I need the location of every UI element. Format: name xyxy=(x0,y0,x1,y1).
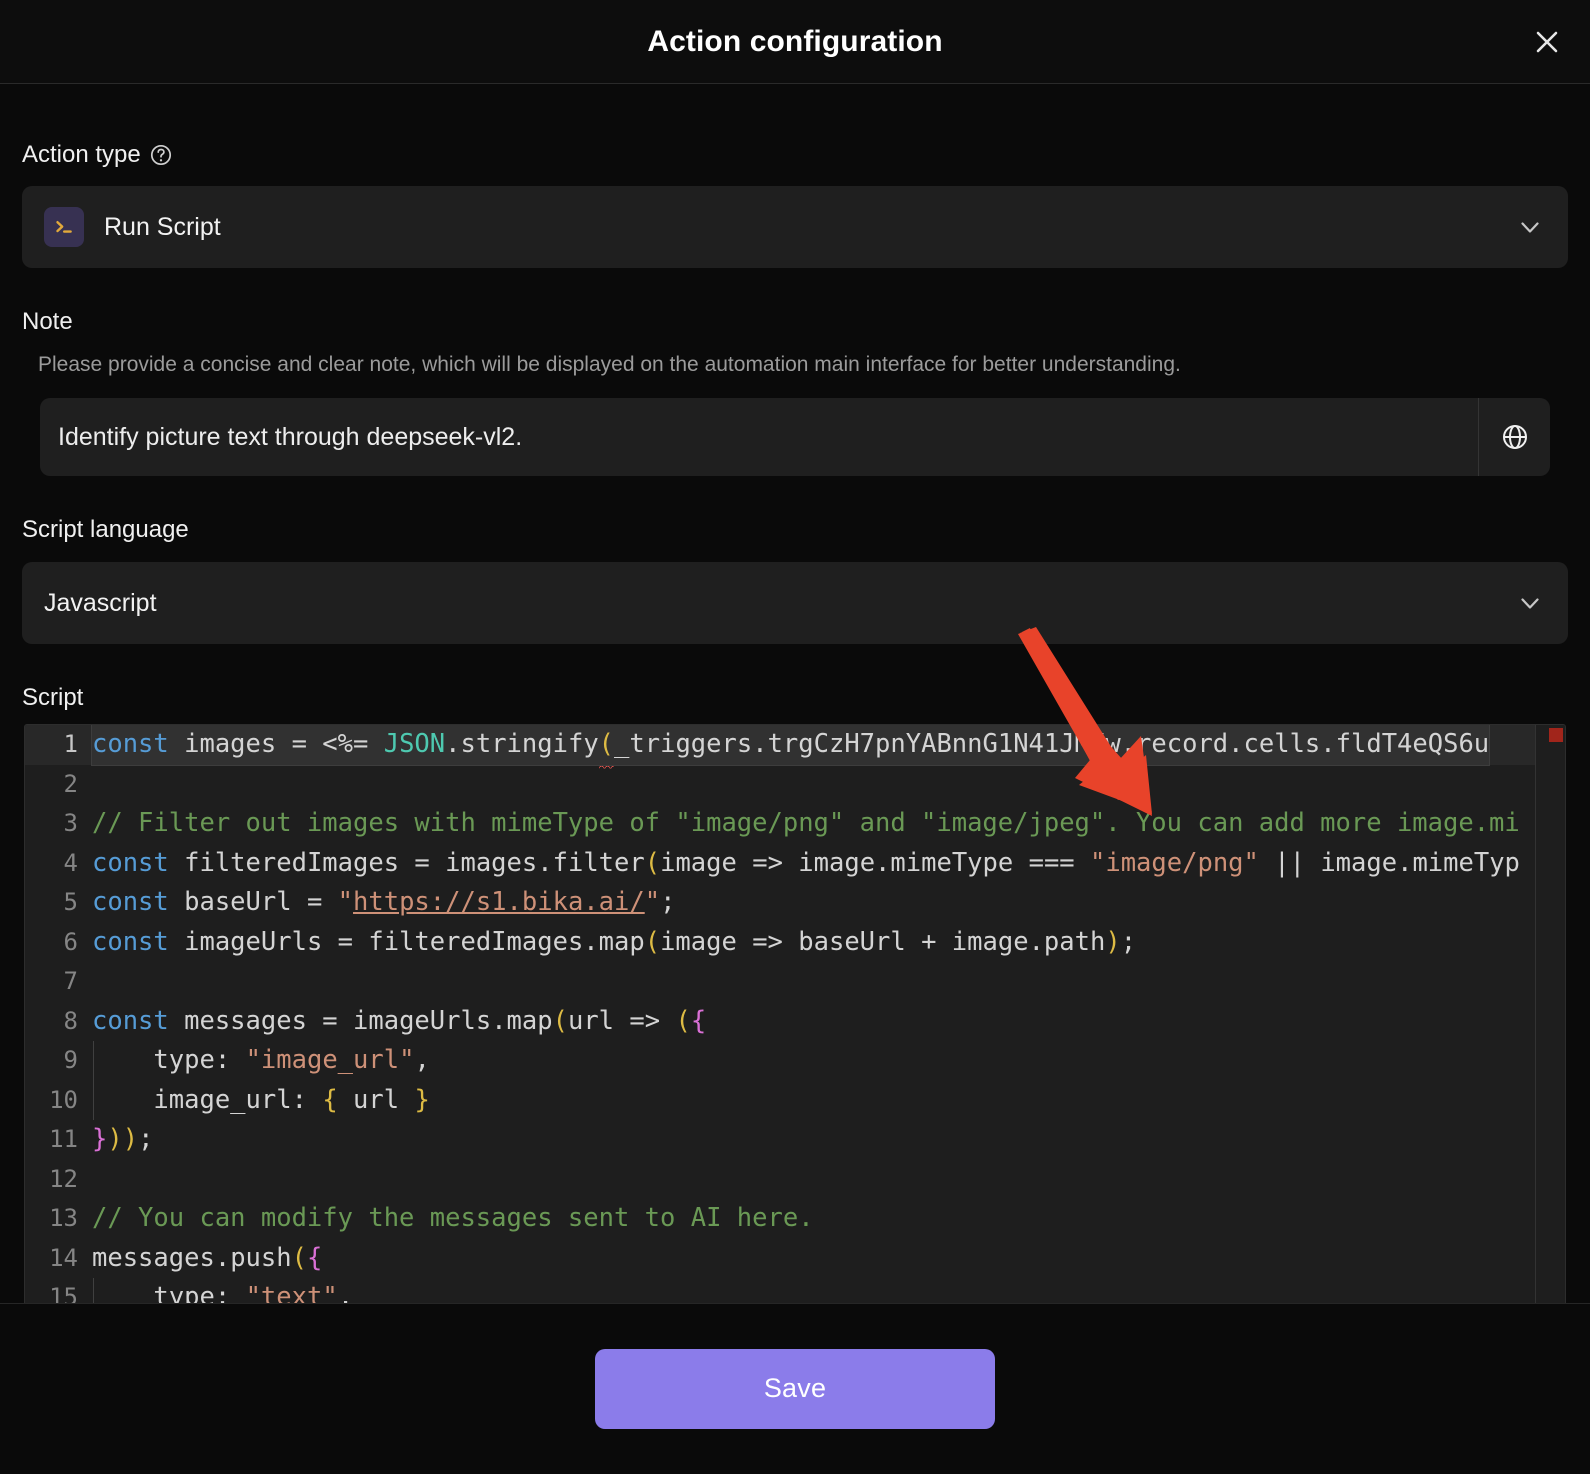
code-line[interactable]: 7 xyxy=(25,962,1565,1002)
code-lines-container: 1 const images = <%= JSON.stringify(_trig… xyxy=(25,725,1565,1303)
code-line[interactable]: 1 const images = <%= JSON.stringify(_trig… xyxy=(25,725,1565,769)
line-number: 10 xyxy=(49,1085,78,1114)
code-line-text: })); xyxy=(92,1124,154,1155)
chevron-down-icon[interactable] xyxy=(1516,589,1544,617)
code-line[interactable]: 2 xyxy=(25,765,1565,805)
code-line[interactable]: 10 image_url: { url } xyxy=(25,1080,1565,1121)
action-type-label: Action type xyxy=(22,84,1568,186)
code-line-text: type: "image_url", xyxy=(91,1041,1565,1081)
modal-body: Action type Run Script Note Please provi… xyxy=(0,84,1590,1303)
line-number: 1 xyxy=(63,730,78,759)
modal-footer: Save xyxy=(0,1303,1590,1473)
note-input[interactable] xyxy=(40,398,1478,477)
code-line-text: image_url: { url } xyxy=(91,1080,1565,1121)
action-type-label-text: Action type xyxy=(22,141,141,168)
script-language-label: Script language xyxy=(22,476,1568,562)
close-icon[interactable] xyxy=(1526,21,1568,63)
code-line[interactable]: 9 type: "image_url", xyxy=(25,1041,1565,1081)
code-line-text: // You can modify the messages sent to A… xyxy=(92,1203,814,1234)
script-code-editor[interactable]: 1 const images = <%= JSON.stringify(_trig… xyxy=(24,724,1566,1303)
terminal-prompt-icon xyxy=(44,207,84,247)
action-type-value-wrap: Run Script xyxy=(44,207,1516,247)
line-number: 4 xyxy=(63,848,78,877)
globe-icon[interactable] xyxy=(1478,398,1550,477)
action-type-selected-label: Run Script xyxy=(104,212,221,241)
action-configuration-modal: Action configuration Action type Run Scr… xyxy=(0,0,1590,1474)
note-label-text: Note xyxy=(22,308,73,335)
line-number: 7 xyxy=(63,967,78,996)
script-language-label-text: Script language xyxy=(22,516,189,544)
line-number: 11 xyxy=(49,1125,78,1154)
line-number: 12 xyxy=(49,1164,78,1193)
code-line[interactable]: 6 const imageUrls = filteredImages.map(im… xyxy=(25,923,1565,963)
script-language-selected-label: Javascript xyxy=(44,588,157,617)
code-line[interactable]: 5 const baseUrl = "https://s1.bika.ai/"; xyxy=(25,883,1565,923)
script-label: Script xyxy=(22,644,1568,724)
line-number: 6 xyxy=(63,927,78,956)
code-line-text: const messages = imageUrls.map(url => ({ xyxy=(92,1005,707,1036)
note-input-wrap xyxy=(40,398,1550,477)
line-number: 14 xyxy=(49,1243,78,1272)
indent-guide xyxy=(93,1041,94,1081)
action-type-select[interactable]: Run Script xyxy=(22,186,1568,268)
note-description: Please provide a concise and clear note,… xyxy=(38,353,1181,376)
line-number: 5 xyxy=(63,888,78,917)
code-line[interactable]: 11})); xyxy=(25,1120,1565,1160)
code-line-text: messages.push({ xyxy=(92,1242,323,1273)
line-number: 8 xyxy=(63,1006,78,1035)
code-line-text: const baseUrl = "https://s1.bika.ai/"; xyxy=(92,887,676,918)
script-language-select[interactable]: Javascript xyxy=(22,562,1568,645)
line-number: 2 xyxy=(63,769,78,798)
code-line[interactable]: 12 xyxy=(25,1160,1565,1200)
editor-overview-ruler[interactable] xyxy=(1535,725,1565,1303)
line-number: 3 xyxy=(63,809,78,838)
chevron-down-icon[interactable] xyxy=(1516,213,1544,241)
code-line-text: type: "text", xyxy=(91,1278,1565,1303)
line-number: 13 xyxy=(49,1204,78,1233)
indent-guide xyxy=(93,1278,94,1303)
code-line-text: const imageUrls = filteredImages.map(ima… xyxy=(92,926,1137,957)
line-number: 15 xyxy=(49,1283,78,1303)
code-line[interactable]: 8 const messages = imageUrls.map(url => (… xyxy=(25,1002,1565,1042)
code-line[interactable]: 4 const filteredImages = images.filter(im… xyxy=(25,844,1565,884)
modal-header: Action configuration xyxy=(0,0,1590,84)
code-line-text: // Filter out images with mimeType of "i… xyxy=(92,808,1520,839)
code-line[interactable]: 14 messages.push({ xyxy=(25,1239,1565,1279)
question-circle-icon[interactable] xyxy=(150,144,172,166)
code-line-text: const filteredImages = images.filter(ima… xyxy=(92,847,1520,878)
save-button[interactable]: Save xyxy=(595,1348,995,1429)
script-language-value-wrap: Javascript xyxy=(44,589,1516,618)
code-line[interactable]: 13 // You can modify the messages sent to… xyxy=(25,1199,1565,1239)
note-label: Note xyxy=(22,268,1568,338)
code-line[interactable]: 3 // Filter out images with mimeType of "… xyxy=(25,804,1565,844)
script-label-text: Script xyxy=(22,684,84,712)
code-line-text: const images = <%= JSON.stringify(_trigg… xyxy=(90,725,1565,769)
error-marker xyxy=(1549,728,1563,743)
page-title: Action configuration xyxy=(647,24,943,58)
indent-guide xyxy=(93,1080,94,1121)
code-line[interactable]: 15 type: "text", xyxy=(25,1278,1565,1303)
line-number: 9 xyxy=(63,1046,78,1075)
